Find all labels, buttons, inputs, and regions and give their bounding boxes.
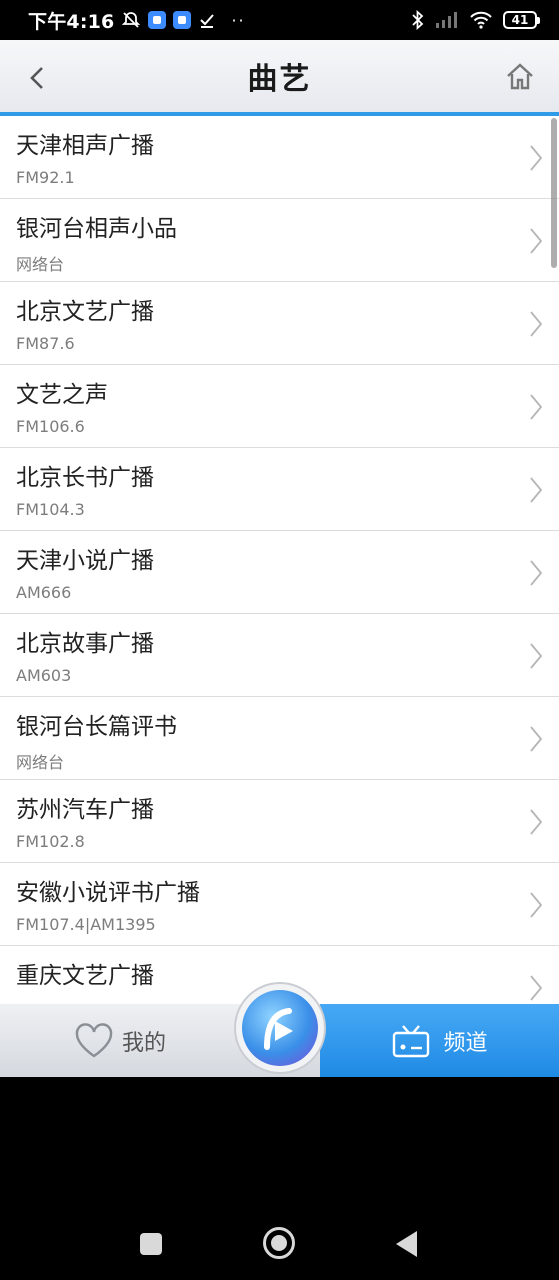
chevron-right-icon [530,145,543,171]
station-frequency: 网络台 [16,753,65,772]
list-item[interactable]: 银河台相声小品 网络台 [0,199,559,282]
station-name: 苏州汽车广播 [16,797,154,823]
station-name: 重庆文艺广播 [16,963,154,989]
back-button[interactable] [22,62,54,94]
radio-icon [393,1024,430,1057]
list-item[interactable]: 苏州汽车广播 FM102.8 [0,780,559,863]
tab-mine-label: 我的 [121,1030,166,1056]
station-frequency: FM87.6 [16,334,75,353]
station-name: 北京文艺广播 [16,299,154,325]
app-notification-icon [173,11,192,29]
list-item[interactable]: 文艺之声 FM106.6 [0,365,559,448]
chevron-right-icon [530,477,543,503]
station-name: 银河台相声小品 [16,216,177,242]
scrollbar[interactable] [551,118,557,268]
list-item[interactable]: 北京长书广播 FM104.3 [0,448,559,531]
station-name: 北京故事广播 [16,631,154,657]
signal-icon [435,11,459,29]
list-item[interactable]: 北京文艺广播 FM87.6 [0,282,559,365]
station-frequency: FM106.6 [16,417,85,436]
chevron-right-icon [530,892,543,918]
status-time: 下午4:16 [28,10,115,33]
battery-icon: 41 [503,11,540,29]
station-frequency: FM92.1 [16,168,75,187]
download-done-icon [198,11,216,29]
app-header: 曲艺 [0,40,559,116]
station-frequency: AM666 [16,583,72,602]
more-notifications-icon: ·· [231,10,246,30]
app-notification-icon [148,11,167,29]
tab-channel[interactable]: 频道 [320,1004,559,1077]
play-icon [264,1008,293,1050]
list-item[interactable]: 北京故事广播 AM603 [0,614,559,697]
home-icon [507,63,533,90]
system-home-button[interactable] [263,1227,295,1259]
wifi-icon [469,11,493,29]
bluetooth-icon [411,10,425,30]
station-name: 文艺之声 [16,382,108,408]
recent-apps-button[interactable] [140,1233,162,1255]
chevron-right-icon [530,560,543,586]
list-item[interactable]: 银河台长篇评书 网络台 [0,697,559,780]
home-button[interactable] [503,60,537,94]
heart-icon [75,1022,113,1057]
list-item[interactable]: 天津小说广播 AM666 [0,531,559,614]
station-name: 天津相声广播 [16,133,154,159]
status-bar: 下午4:16 ·· 41 [0,0,559,40]
chevron-right-icon [530,809,543,835]
system-nav-bar [0,1077,559,1280]
list-item[interactable]: 天津相声广播 FM92.1 [0,116,559,199]
station-frequency: FM102.8 [16,832,85,851]
chevron-right-icon [530,643,543,669]
chevron-right-icon [530,311,543,337]
chevron-right-icon [530,394,543,420]
tab-bar: 我的 频道 [0,982,559,1077]
page-title: 曲艺 [247,62,312,97]
chevron-right-icon [530,726,543,752]
station-name: 北京长书广播 [16,465,154,491]
station-name: 银河台长篇评书 [16,714,177,740]
chevron-right-icon [530,975,543,1001]
system-back-button[interactable] [396,1231,417,1257]
tab-channel-label: 频道 [443,1030,488,1056]
chevron-left-icon [30,67,43,89]
player-logo [242,990,318,1066]
station-list[interactable]: 天津相声广播 FM92.1 银河台相声小品 网络台 北京文艺广播 FM87.6 … [0,116,559,1004]
play-button[interactable] [234,982,326,1074]
station-name: 安徽小说评书广播 [16,880,200,906]
bell-muted-icon [121,10,141,30]
tab-mine[interactable]: 我的 [0,1004,240,1077]
station-frequency: AM603 [16,666,72,685]
station-name: 天津小说广播 [16,548,154,574]
list-item[interactable]: 安徽小说评书广播 FM107.4|AM1395 [0,863,559,946]
chevron-right-icon [530,228,543,254]
station-frequency: 网络台 [16,255,65,274]
station-frequency: FM107.4|AM1395 [16,915,156,934]
station-frequency: FM104.3 [16,500,85,519]
